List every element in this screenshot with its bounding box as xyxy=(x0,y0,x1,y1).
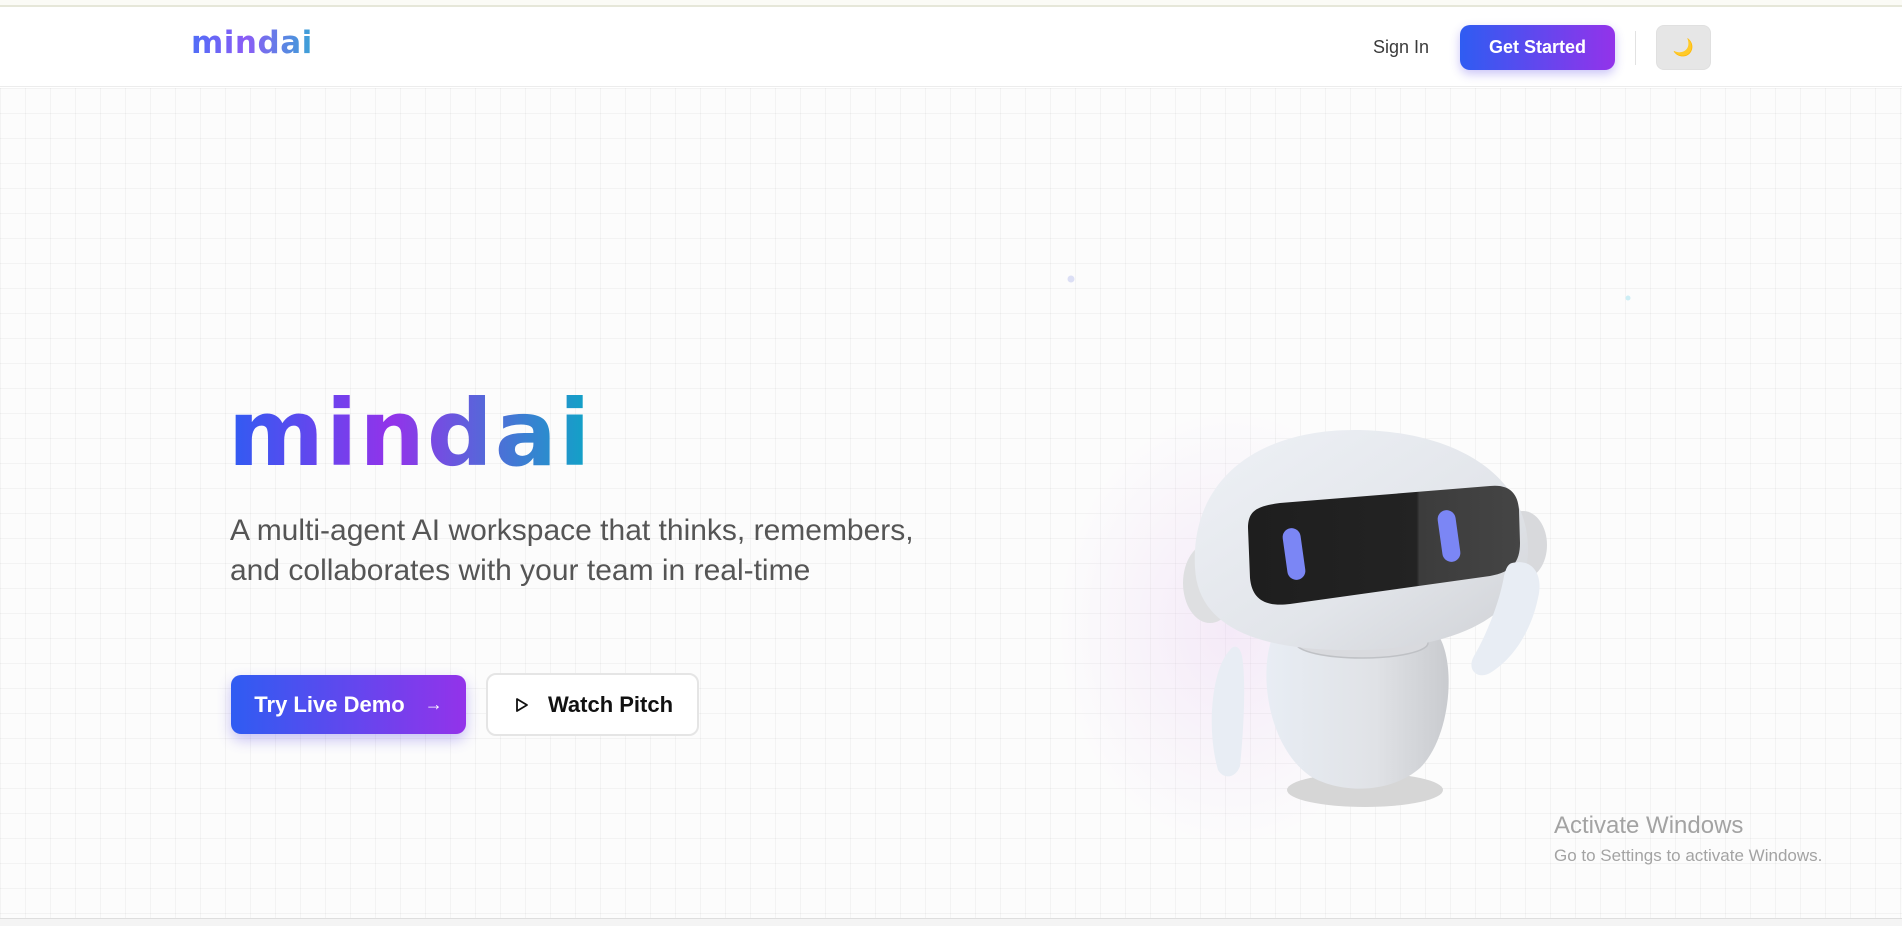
watch-pitch-button[interactable]: Watch Pitch xyxy=(486,673,699,736)
decorative-dot xyxy=(1625,295,1631,301)
play-icon xyxy=(516,697,528,712)
activate-windows-title: Activate Windows xyxy=(1554,812,1744,839)
theme-toggle-button[interactable]: 🌙 xyxy=(1656,25,1711,70)
navbar: mindai Sign In Get Started 🌙 xyxy=(0,7,1902,87)
sign-in-link[interactable]: Sign In xyxy=(1373,37,1429,58)
moon-icon: 🌙 xyxy=(1672,37,1695,57)
watch-pitch-label: Watch Pitch xyxy=(547,691,674,717)
get-started-button[interactable]: Get Started xyxy=(1460,25,1615,70)
activate-windows-subtitle: Go to Settings to activate Windows. xyxy=(1554,846,1823,865)
hero-subtitle: A multi-agent AI workspace that thinks, … xyxy=(230,514,914,587)
robot-body xyxy=(1266,638,1449,789)
nav-logo[interactable]: mindai xyxy=(191,25,313,61)
decorative-dot xyxy=(1067,275,1075,283)
browser-bottom-strip xyxy=(0,918,1902,926)
hero-title: mindai xyxy=(228,380,593,487)
try-live-demo-label: Try Live Demo xyxy=(254,691,405,717)
browser-top-strip xyxy=(0,0,1902,7)
robot-left-arm xyxy=(1211,646,1245,777)
try-live-demo-button[interactable]: Try Live Demo → xyxy=(231,675,466,734)
activate-windows-watermark: Activate Windows Go to Settings to activ… xyxy=(1554,812,1822,866)
robot-mascot-illustration xyxy=(1183,429,1547,807)
hero-section: mindai A multi-agent AI workspace that t… xyxy=(0,88,1902,918)
nav-divider xyxy=(1635,31,1636,65)
arrow-right-icon: → xyxy=(424,694,443,714)
